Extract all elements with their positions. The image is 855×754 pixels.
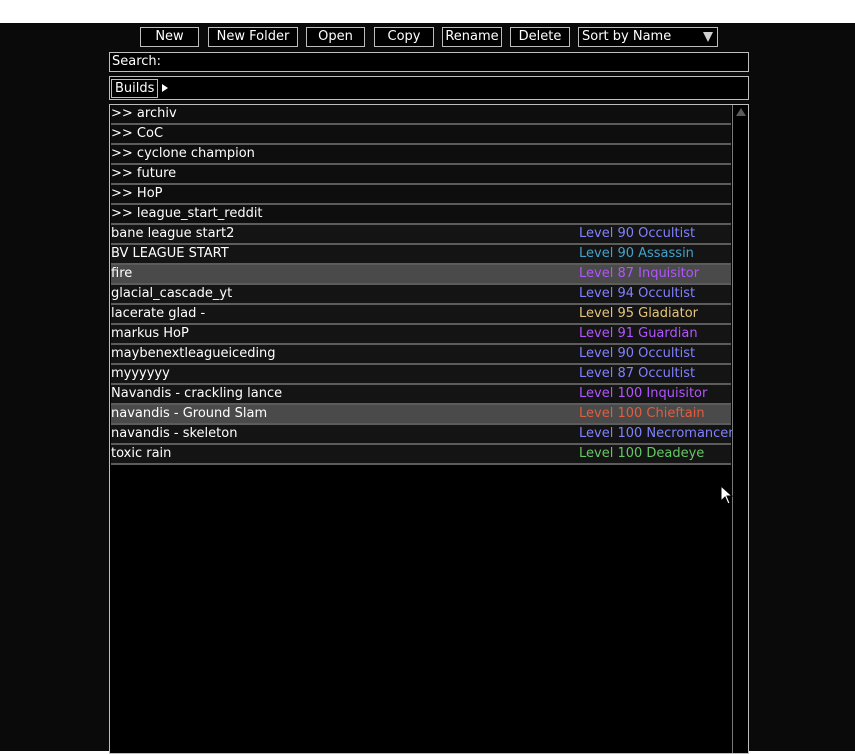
- build-level-class: Level 90 Occultist: [579, 346, 696, 361]
- build-row[interactable]: maybenextleagueiceding Level 90 Occultist: [111, 345, 731, 365]
- folder-name: >> CoC: [111, 126, 164, 141]
- new-button[interactable]: New: [140, 27, 199, 47]
- rename-button[interactable]: Rename: [442, 27, 502, 47]
- build-row[interactable]: bane league start2 Level 90 Occultist: [111, 225, 731, 245]
- folder-name: >> cyclone champion: [111, 146, 255, 161]
- folder-row[interactable]: >> archiv: [111, 105, 731, 125]
- build-name: toxic rain: [111, 446, 172, 461]
- breadcrumb-builds-button[interactable]: Builds: [111, 79, 159, 98]
- folder-row[interactable]: >> HoP: [111, 185, 731, 205]
- folder-row[interactable]: >> league_start_reddit: [111, 205, 731, 225]
- folder-row[interactable]: >> future: [111, 165, 731, 185]
- scroll-up-arrow-icon[interactable]: [736, 108, 746, 116]
- toolbar: New New Folder Open Copy Rename Delete S…: [0, 27, 855, 47]
- build-level-class: Level 100 Necromancer: [579, 426, 734, 441]
- build-level-class: Level 95 Gladiator: [579, 306, 698, 321]
- build-name: markus HoP: [111, 326, 189, 341]
- folder-row[interactable]: >> CoC: [111, 125, 731, 145]
- folder-name: >> HoP: [111, 186, 163, 201]
- build-level-class: Level 100 Chieftain: [579, 406, 705, 421]
- build-level-class: Level 90 Occultist: [579, 226, 696, 241]
- breadcrumb-arrow-icon[interactable]: [162, 84, 168, 92]
- folder-name: >> archiv: [111, 106, 177, 121]
- new-folder-button[interactable]: New Folder: [208, 27, 298, 47]
- search-label: Search:: [112, 54, 162, 69]
- delete-button[interactable]: Delete: [510, 27, 570, 47]
- open-button[interactable]: Open: [306, 27, 365, 47]
- build-name: glacial_cascade_yt: [111, 286, 233, 301]
- build-row[interactable]: toxic rain Level 100 Deadeye: [111, 445, 731, 465]
- build-name: BV LEAGUE START: [111, 246, 229, 261]
- build-level-class: Level 90 Assassin: [579, 246, 694, 261]
- build-list: >> archiv >> CoC >> cyclone champion >> fut…: [109, 104, 749, 754]
- build-name: lacerate glad -: [111, 306, 206, 321]
- copy-button[interactable]: Copy: [374, 27, 434, 47]
- sort-dropdown-value: Sort by Name: [582, 29, 672, 44]
- build-row[interactable]: fire Level 87 Inquisitor: [111, 265, 731, 285]
- folder-name: >> future: [111, 166, 177, 181]
- build-name: fire: [111, 266, 133, 281]
- build-name: maybenextleagueiceding: [111, 346, 276, 361]
- build-name: bane league start2: [111, 226, 235, 241]
- mouse-pointer-icon: [720, 485, 734, 505]
- build-row[interactable]: glacial_cascade_yt Level 94 Occultist: [111, 285, 731, 305]
- build-row[interactable]: navandis - skeleton Level 100 Necromancer: [111, 425, 734, 445]
- build-manager-window: New New Folder Open Copy Rename Delete S…: [0, 23, 855, 754]
- build-level-class: Level 87 Inquisitor: [579, 266, 700, 281]
- build-row[interactable]: navandis - Ground Slam Level 100 Chieftai…: [111, 405, 731, 425]
- build-level-class: Level 100 Inquisitor: [579, 386, 708, 401]
- build-level-class: Level 87 Occultist: [579, 366, 696, 381]
- sort-dropdown[interactable]: Sort by Name: [578, 27, 718, 47]
- folder-row[interactable]: >> cyclone champion: [111, 145, 731, 165]
- build-name: navandis - Ground Slam: [111, 406, 268, 421]
- search-field[interactable]: Search:: [109, 52, 749, 72]
- folder-name: >> league_start_reddit: [111, 206, 263, 221]
- build-row[interactable]: BV LEAGUE START Level 90 Assassin: [111, 245, 731, 265]
- build-list-rows: >> archiv >> CoC >> cyclone champion >> fut…: [111, 105, 734, 465]
- build-row[interactable]: markus HoP Level 91 Guardian: [111, 325, 731, 345]
- build-name: Navandis - crackling lance: [111, 386, 283, 401]
- build-row[interactable]: myyyyyy Level 87 Occultist: [111, 365, 731, 385]
- dropdown-arrow-icon: [703, 32, 713, 42]
- build-name: myyyyyy: [111, 366, 170, 381]
- build-row[interactable]: lacerate glad - Level 95 Gladiator: [111, 305, 731, 325]
- build-level-class: Level 91 Guardian: [579, 326, 698, 341]
- build-row[interactable]: Navandis - crackling lance Level 100 Inqu…: [111, 385, 731, 405]
- build-name: navandis - skeleton: [111, 426, 238, 441]
- breadcrumb: Builds: [109, 76, 749, 100]
- build-level-class: Level 100 Deadeye: [579, 446, 705, 461]
- build-level-class: Level 94 Occultist: [579, 286, 696, 301]
- list-scrollbar[interactable]: [732, 105, 748, 753]
